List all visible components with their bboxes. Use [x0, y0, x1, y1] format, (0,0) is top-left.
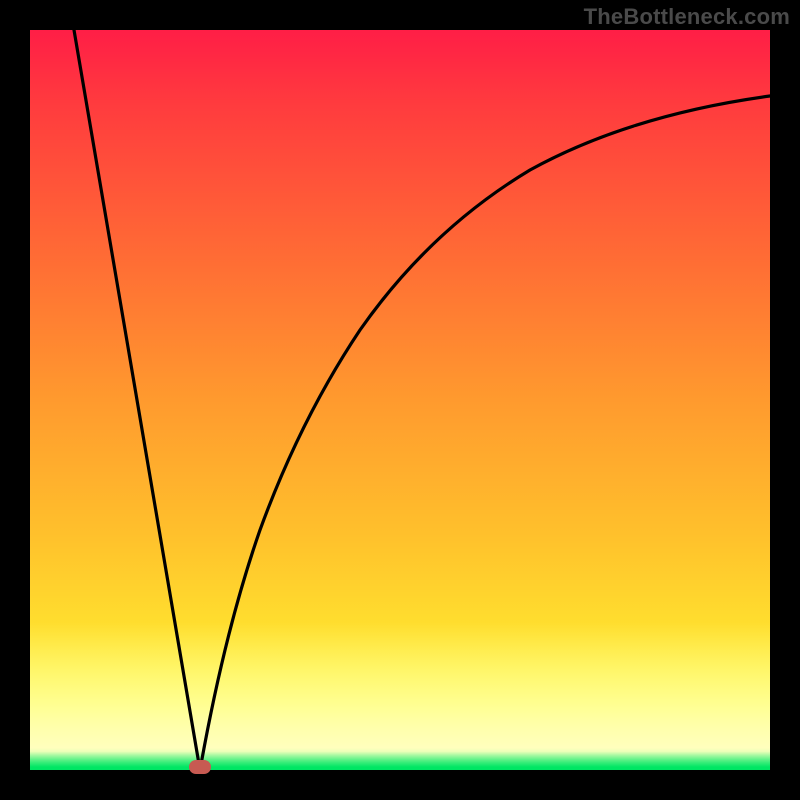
curve-layer: [30, 30, 770, 770]
chart-frame: TheBottleneck.com: [0, 0, 800, 800]
attribution-text: TheBottleneck.com: [584, 4, 790, 30]
plot-area: [30, 30, 770, 770]
curve-left-descent: [74, 30, 200, 770]
curve-right-ascent: [200, 96, 770, 770]
optimum-marker: [189, 760, 211, 774]
